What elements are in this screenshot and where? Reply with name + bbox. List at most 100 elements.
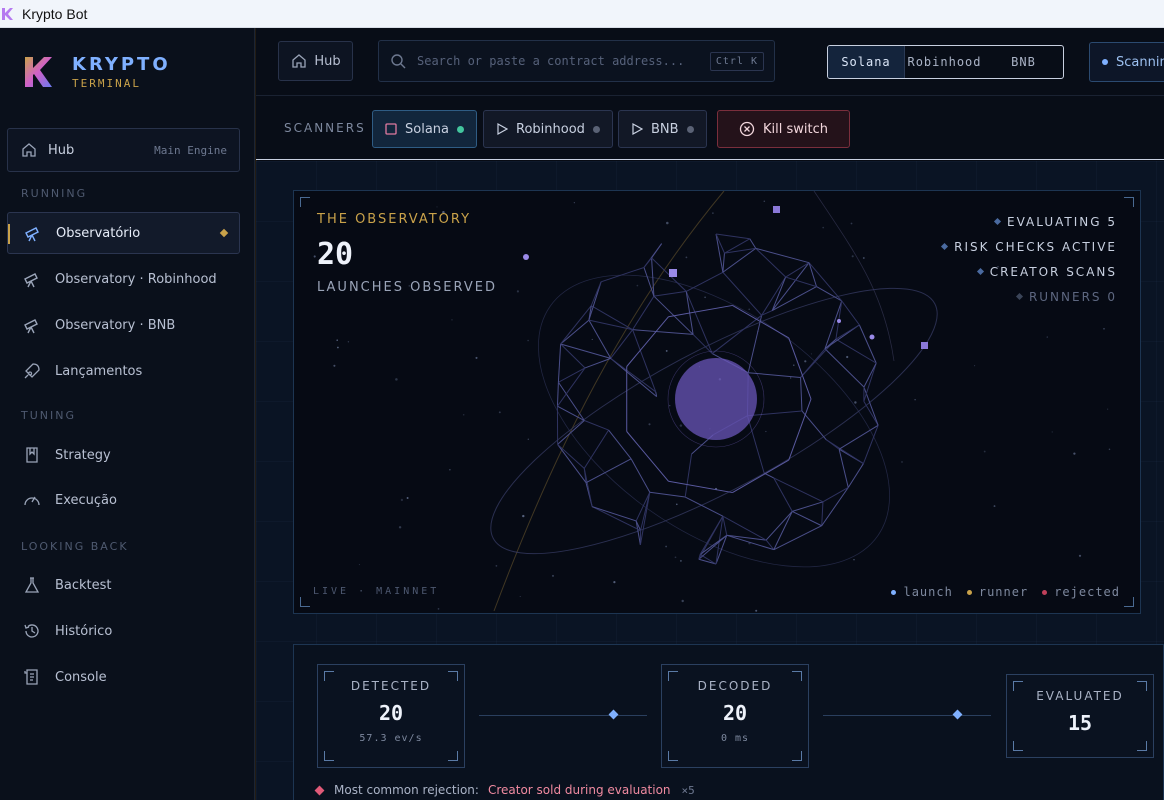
telescope-icon xyxy=(25,227,39,242)
stat-label: CREATOR SCANS xyxy=(989,264,1117,279)
star xyxy=(591,338,593,340)
home-icon xyxy=(292,54,307,68)
star xyxy=(1078,554,1082,557)
sidebar-item-console[interactable]: Console xyxy=(7,656,240,698)
star xyxy=(475,356,478,359)
stage-value: 20 xyxy=(378,701,404,725)
sidebar-item-lancamentos[interactable]: Lançamentos xyxy=(7,350,240,392)
frame-corner xyxy=(300,197,310,207)
search-shortcut: Ctrl K xyxy=(709,51,764,71)
mesh-edge xyxy=(747,410,802,417)
stat-evaluating: EVALUATING 5 xyxy=(942,209,1117,234)
scanning-status-button[interactable]: Scanning xyxy=(1089,42,1164,82)
mesh-edge xyxy=(773,525,822,551)
hub-button[interactable]: Hub xyxy=(278,41,353,81)
sidebar-hub[interactable]: Hub Main Engine xyxy=(7,128,240,172)
stage-rate: 57.3 ev/s xyxy=(359,733,423,744)
mesh-edge xyxy=(835,338,877,364)
star xyxy=(804,360,807,363)
mesh-edge xyxy=(841,300,860,326)
launch-marker xyxy=(523,254,529,260)
scanner-chip-robinhood[interactable]: Robinhood xyxy=(483,110,613,148)
mesh-edge xyxy=(640,492,651,531)
mesh-edge xyxy=(785,276,817,288)
console-icon xyxy=(24,669,38,685)
star xyxy=(748,308,750,311)
sidebar-item-historico[interactable]: Histórico xyxy=(7,610,240,652)
star xyxy=(755,609,758,612)
sidebar-item-label: Observatory · Robinhood xyxy=(55,271,217,287)
mesh-edge xyxy=(590,281,602,306)
mesh-edge xyxy=(632,329,657,393)
mesh-edge xyxy=(785,262,810,278)
frame-corner xyxy=(300,597,310,607)
pipeline-connector xyxy=(479,715,647,716)
section-running: RUNNING xyxy=(21,187,88,200)
sidebar-hub-sub: Main Engine xyxy=(154,143,227,157)
mesh-edge xyxy=(591,506,637,522)
star xyxy=(993,505,996,508)
stage-decoded: DECODED 20 0 ms xyxy=(661,664,809,768)
chain-option-bnb[interactable]: BNB xyxy=(984,46,1063,78)
legend-label: runner xyxy=(978,585,1029,599)
scanner-chip-label: Solana xyxy=(405,121,449,137)
mesh-edge xyxy=(653,295,694,335)
scanner-chip-label: Robinhood xyxy=(516,121,585,137)
star xyxy=(648,423,651,426)
star xyxy=(527,438,529,440)
diamond-icon xyxy=(976,267,984,276)
diamond-icon xyxy=(941,242,949,251)
sidebar-item-strategy[interactable]: Strategy xyxy=(7,434,240,476)
star xyxy=(636,284,639,287)
sidebar-item-observatorio[interactable]: Observatório xyxy=(7,212,240,254)
play-icon xyxy=(497,123,508,135)
mesh-edge xyxy=(800,377,803,411)
launches-count: 20 xyxy=(317,237,354,272)
star xyxy=(669,405,671,407)
mesh-edge xyxy=(748,372,801,378)
sidebar-item-observatory-bnb[interactable]: Observatory · BNB xyxy=(7,304,240,346)
rejection-label: Most common rejection: xyxy=(334,783,479,797)
kill-switch-button[interactable]: Kill switch xyxy=(717,110,850,148)
mesh-edge xyxy=(600,267,645,283)
stage-name: EVALUATED xyxy=(1036,689,1124,703)
chain-option-solana[interactable]: Solana xyxy=(828,46,905,78)
mesh-edge xyxy=(792,510,822,527)
mesh-edge xyxy=(557,444,587,483)
mesh-edge xyxy=(558,367,586,383)
launch-marker xyxy=(837,319,841,323)
rejection-reason[interactable]: Creator sold during evaluation xyxy=(488,783,671,797)
frame-corner xyxy=(1013,741,1023,751)
launch-marker xyxy=(869,334,875,340)
star xyxy=(313,255,316,258)
mesh-edge xyxy=(863,362,877,402)
stage-rate: 0 ms xyxy=(720,733,750,744)
scanner-chip-solana[interactable]: Solana xyxy=(372,110,477,148)
mesh-edge xyxy=(560,319,590,345)
sidebar-item-observatory-robinhood[interactable]: Observatory · Robinhood xyxy=(7,258,240,300)
sidebar-item-backtest[interactable]: Backtest xyxy=(7,564,240,606)
sidebar-item-label: Observatory · BNB xyxy=(55,317,176,333)
idle-dot-icon xyxy=(592,125,600,133)
mesh-edge xyxy=(838,424,879,450)
search-input[interactable] xyxy=(417,54,710,68)
sidebar-item-label: Backtest xyxy=(55,577,112,593)
star xyxy=(437,608,440,610)
flask-icon xyxy=(24,577,40,593)
star xyxy=(983,450,986,453)
mesh-edge xyxy=(556,382,559,407)
star xyxy=(1046,336,1048,338)
brand[interactable]: KRYPTO TERMINAL xyxy=(22,54,171,90)
section-tuning: TUNING xyxy=(21,409,76,422)
star xyxy=(495,565,498,567)
stage-value: 15 xyxy=(1067,711,1093,735)
star xyxy=(822,226,825,229)
legend-dot-icon xyxy=(966,589,972,595)
mesh-edge xyxy=(722,253,725,273)
chain-option-robinhood[interactable]: Robinhood xyxy=(905,46,984,78)
mesh-edge xyxy=(771,276,787,311)
star xyxy=(666,221,669,225)
scanner-chip-bnb[interactable]: BNB xyxy=(618,110,707,148)
sidebar-item-execucao[interactable]: Execução xyxy=(7,479,240,521)
star xyxy=(1107,408,1109,410)
